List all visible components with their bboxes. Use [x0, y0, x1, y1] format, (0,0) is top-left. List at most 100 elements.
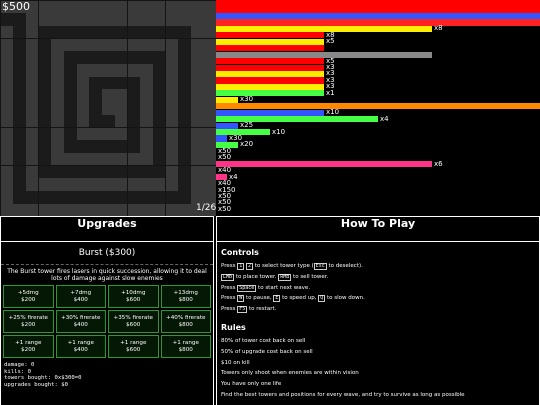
grid-cell[interactable]	[38, 152, 52, 166]
grid-cell[interactable]	[89, 165, 102, 179]
upgrade-button[interactable]: +25% firerate $200	[3, 310, 54, 333]
grid-cell[interactable]	[140, 38, 153, 52]
grid-cell[interactable]	[178, 76, 191, 90]
grid-cell[interactable]	[51, 51, 64, 64]
grid-cell[interactable]	[51, 64, 64, 77]
grid-cell[interactable]	[64, 64, 77, 77]
grid-cell[interactable]	[89, 140, 102, 153]
grid-cell[interactable]	[0, 114, 13, 128]
grid-cell[interactable]	[102, 140, 115, 153]
grid-cell[interactable]	[38, 76, 52, 90]
grid-cell[interactable]	[114, 127, 128, 141]
grid-cell[interactable]	[152, 89, 166, 102]
grid-cell[interactable]	[165, 140, 179, 153]
grid-cell[interactable]	[76, 152, 90, 166]
grid-cell[interactable]	[178, 203, 191, 217]
grid-cell[interactable]	[13, 13, 26, 26]
grid-cell[interactable]	[140, 114, 153, 128]
grid-cell[interactable]	[191, 152, 204, 166]
grid-cell[interactable]	[25, 51, 39, 64]
grid-cell[interactable]	[51, 191, 64, 204]
grid-cell[interactable]	[51, 140, 64, 153]
grid-cell[interactable]	[76, 89, 90, 102]
grid-cell[interactable]	[13, 203, 26, 217]
grid-cell[interactable]	[127, 38, 141, 52]
grid-cell[interactable]	[127, 89, 141, 102]
grid-cell[interactable]	[191, 89, 204, 102]
grid-cell[interactable]	[102, 114, 115, 128]
grid-cell[interactable]	[165, 114, 179, 128]
grid-cell[interactable]	[64, 178, 77, 191]
upgrade-button[interactable]: +40% firerate $800	[160, 310, 211, 333]
grid-cell[interactable]	[165, 102, 179, 115]
grid-cell[interactable]	[64, 76, 77, 90]
grid-cell[interactable]	[38, 102, 52, 115]
grid-cell[interactable]	[191, 25, 204, 39]
grid-cell[interactable]	[25, 178, 39, 191]
grid-cell[interactable]	[203, 64, 217, 77]
grid-cell[interactable]	[13, 178, 26, 191]
grid-cell[interactable]	[102, 13, 115, 26]
grid-cell[interactable]	[114, 203, 128, 217]
grid-cell[interactable]	[127, 152, 141, 166]
grid-cell[interactable]	[178, 191, 191, 204]
grid-cell[interactable]	[13, 102, 26, 115]
grid-cell[interactable]	[203, 76, 217, 90]
grid-cell[interactable]	[0, 89, 13, 102]
grid-cell[interactable]	[13, 191, 26, 204]
grid-cell[interactable]	[152, 140, 166, 153]
grid-cell[interactable]	[191, 140, 204, 153]
grid-cell[interactable]	[76, 38, 90, 52]
grid-cell[interactable]	[152, 178, 166, 191]
grid-cell[interactable]	[76, 165, 90, 179]
grid-cell[interactable]	[127, 13, 141, 26]
grid-cell[interactable]	[140, 25, 153, 39]
grid-cell[interactable]	[203, 25, 217, 39]
grid-cell[interactable]	[25, 89, 39, 102]
grid-cell[interactable]	[140, 0, 153, 13]
grid-cell[interactable]	[178, 13, 191, 26]
grid-cell[interactable]	[64, 89, 77, 102]
grid-cell[interactable]	[76, 25, 90, 39]
grid-cell[interactable]	[140, 51, 153, 64]
grid-cell[interactable]	[51, 38, 64, 52]
grid-cell[interactable]	[165, 152, 179, 166]
grid-cell[interactable]	[140, 89, 153, 102]
grid-cell[interactable]	[51, 102, 64, 115]
grid-cell[interactable]	[76, 102, 90, 115]
grid-cell[interactable]	[152, 114, 166, 128]
grid-cell[interactable]	[140, 127, 153, 141]
grid-cell[interactable]	[165, 76, 179, 90]
grid-cell[interactable]	[114, 25, 128, 39]
grid-cell[interactable]	[152, 191, 166, 204]
grid-cell[interactable]	[165, 191, 179, 204]
grid-cell[interactable]	[152, 127, 166, 141]
grid-cell[interactable]	[140, 191, 153, 204]
grid-cell[interactable]	[0, 152, 13, 166]
grid-cell[interactable]	[25, 64, 39, 77]
grid-cell[interactable]	[51, 178, 64, 191]
grid-cell[interactable]	[38, 203, 52, 217]
upgrade-button[interactable]: +1 range $800	[160, 335, 211, 358]
grid-cell[interactable]	[127, 203, 141, 217]
grid-cell[interactable]	[178, 89, 191, 102]
grid-cell[interactable]	[89, 38, 102, 52]
grid-cell[interactable]	[191, 127, 204, 141]
grid-cell[interactable]	[38, 165, 52, 179]
grid-cell[interactable]	[76, 203, 90, 217]
grid-cell[interactable]	[191, 38, 204, 52]
grid-cell[interactable]	[178, 140, 191, 153]
grid-cell[interactable]	[0, 51, 13, 64]
upgrade-button[interactable]: +7dmg $400	[55, 285, 106, 308]
grid-cell[interactable]	[89, 64, 102, 77]
grid-cell[interactable]	[114, 102, 128, 115]
grid-cell[interactable]	[203, 127, 217, 141]
grid-cell[interactable]	[25, 191, 39, 204]
grid-cell[interactable]	[152, 0, 166, 13]
grid-cell[interactable]	[64, 13, 77, 26]
grid-cell[interactable]	[178, 165, 191, 179]
grid-cell[interactable]	[114, 191, 128, 204]
grid-cell[interactable]	[51, 127, 64, 141]
grid-cell[interactable]	[13, 89, 26, 102]
grid-cell[interactable]	[38, 191, 52, 204]
